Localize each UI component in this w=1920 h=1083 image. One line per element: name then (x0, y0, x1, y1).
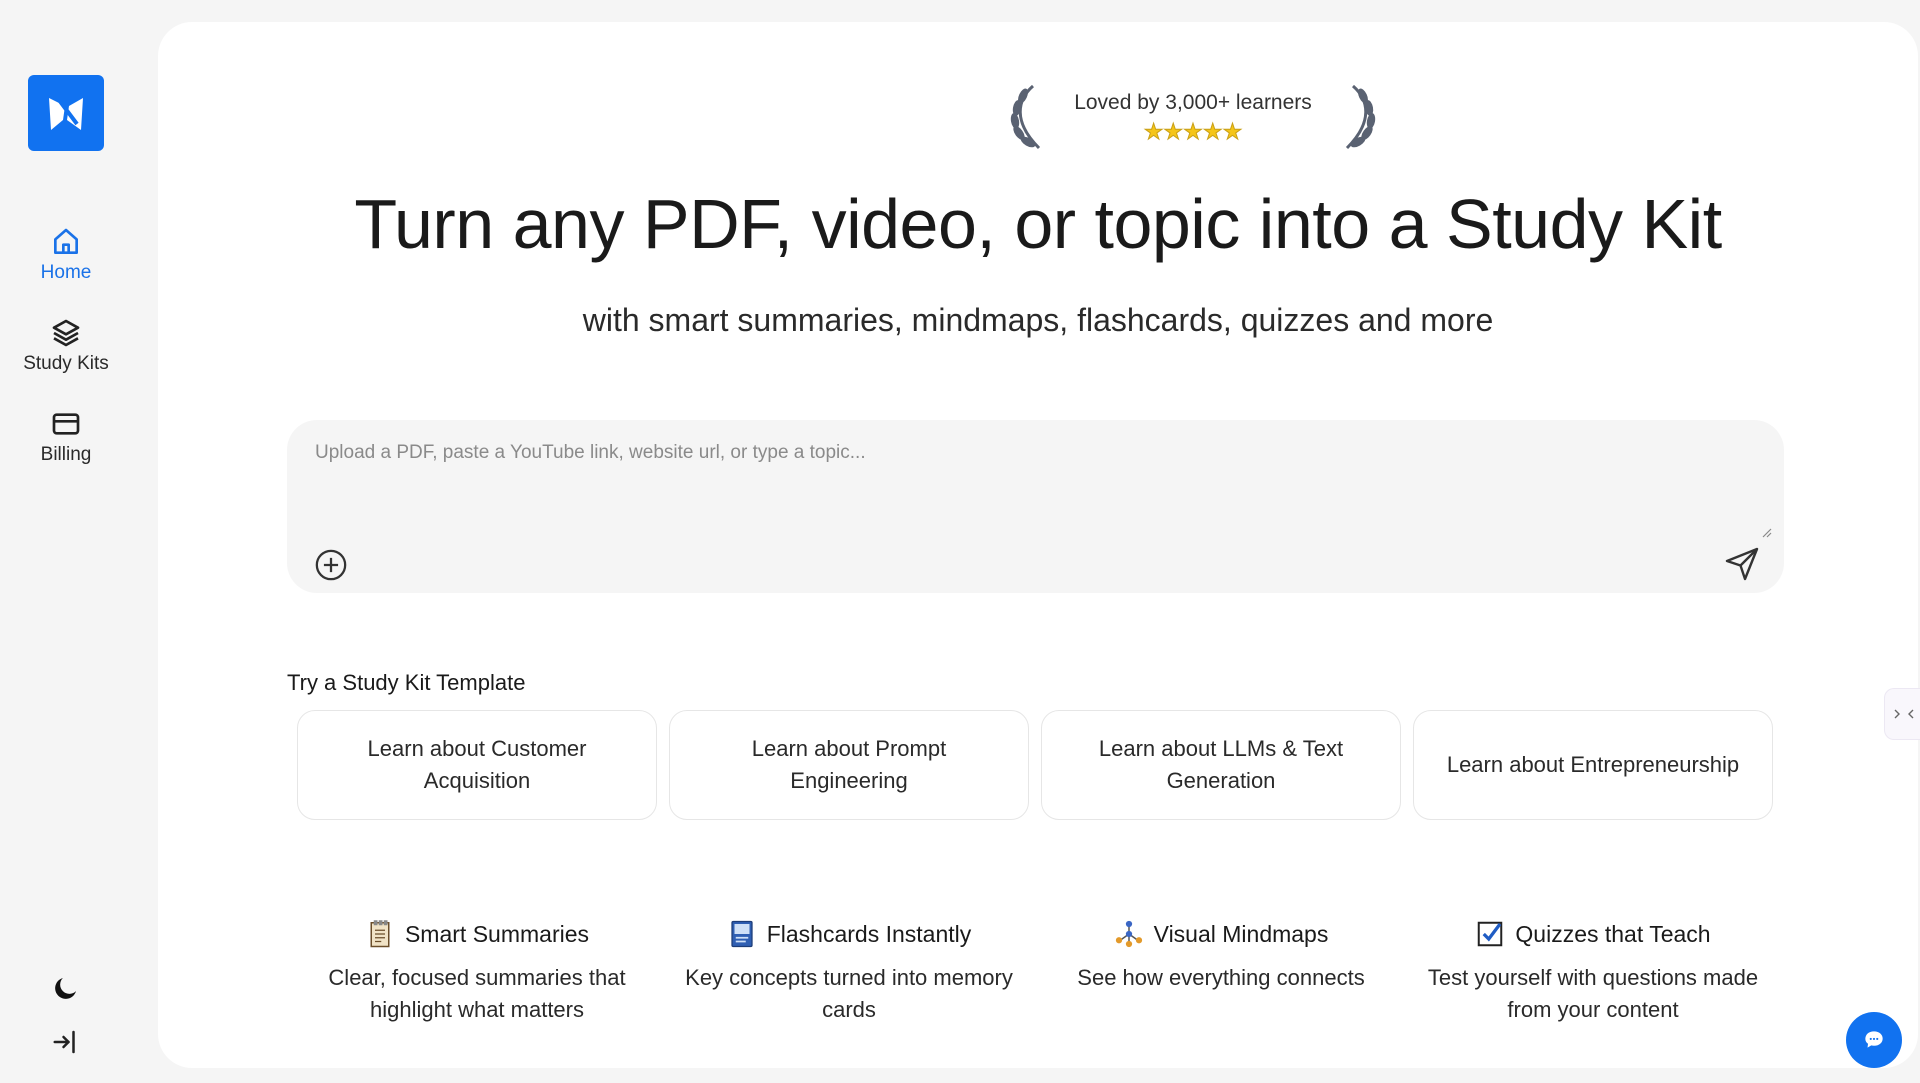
mindmap-icon (1115, 920, 1142, 948)
sidebar-item-label: Study Kits (23, 353, 109, 374)
app-logo-icon (49, 98, 83, 130)
chat-support-button[interactable] (1846, 1012, 1902, 1068)
collapse-icon (1894, 709, 1914, 719)
feature-item: Visual Mindmaps See how everything conne… (1041, 914, 1401, 994)
sign-in-button[interactable] (48, 1024, 84, 1060)
feature-title: Quizzes that Teach (1515, 920, 1711, 947)
main-panel: Loved by 3,000+ learners ★★★★★ Turn any … (158, 22, 1918, 1068)
feature-title: Visual Mindmaps (1153, 920, 1329, 947)
feature-item: Flashcards Instantly Key concepts turned… (669, 914, 1029, 1026)
feature-item: Quizzes that Teach Test yourself with qu… (1413, 914, 1773, 1026)
resize-grip-icon[interactable] (1760, 526, 1772, 538)
template-card[interactable]: Learn about Customer Acquisition (297, 710, 657, 820)
app-logo[interactable] (28, 75, 104, 151)
chat-bubble-icon (1865, 1031, 1883, 1048)
sidebar-item-label: Billing (40, 444, 92, 465)
sidebar-item-label: Home (40, 262, 92, 283)
notebook-icon (370, 920, 390, 948)
side-drawer-tab[interactable] (1884, 688, 1920, 740)
sidebar-item-study-kits[interactable]: Study Kits (0, 317, 132, 375)
sign-in-icon (53, 1030, 75, 1054)
feature-desc: Test yourself with questions made from y… (1427, 965, 1759, 1022)
rating-stars: ★★★★★ (1143, 119, 1243, 145)
send-icon[interactable] (1724, 546, 1760, 582)
feature-desc: See how everything connects (1077, 965, 1365, 990)
flashcard-icon (731, 920, 753, 948)
topic-input-box (287, 420, 1784, 593)
sidebar: Home Study Kits Billing (0, 0, 132, 1083)
topic-input[interactable] (287, 420, 1784, 540)
moon-icon (55, 978, 76, 999)
dark-mode-toggle[interactable] (48, 970, 84, 1006)
badge-text: Loved by 3,000+ learners (1074, 91, 1312, 114)
layers-icon (52, 319, 80, 347)
social-proof-badge: Loved by 3,000+ learners ★★★★★ (1003, 82, 1383, 157)
sidebar-item-home[interactable]: Home (0, 226, 132, 284)
template-card[interactable]: Learn about LLMs & Text Generation (1041, 710, 1401, 820)
credit-card-icon (52, 413, 80, 435)
feature-desc: Clear, focused summaries that highlight … (328, 965, 626, 1022)
templates-title: Try a Study Kit Template (287, 670, 526, 695)
feature-title: Flashcards Instantly (766, 920, 972, 947)
template-card[interactable]: Learn about Entrepreneurship (1413, 710, 1773, 820)
feature-title: Smart Summaries (404, 920, 590, 947)
page-subtitle: with smart summaries, mindmaps, flashcar… (582, 302, 1494, 338)
feature-desc: Key concepts turned into memory cards (685, 965, 1013, 1022)
template-card[interactable]: Learn about Prompt Engineering (669, 710, 1029, 820)
feature-item: Smart Summaries Clear, focused summaries… (297, 914, 657, 1026)
sidebar-item-billing[interactable]: Billing (0, 408, 132, 466)
page-title: Turn any PDF, video, or topic into a Stu… (354, 185, 1722, 263)
home-icon (54, 228, 78, 254)
add-attachment-icon[interactable] (314, 548, 348, 582)
quiz-check-icon (1478, 921, 1503, 947)
